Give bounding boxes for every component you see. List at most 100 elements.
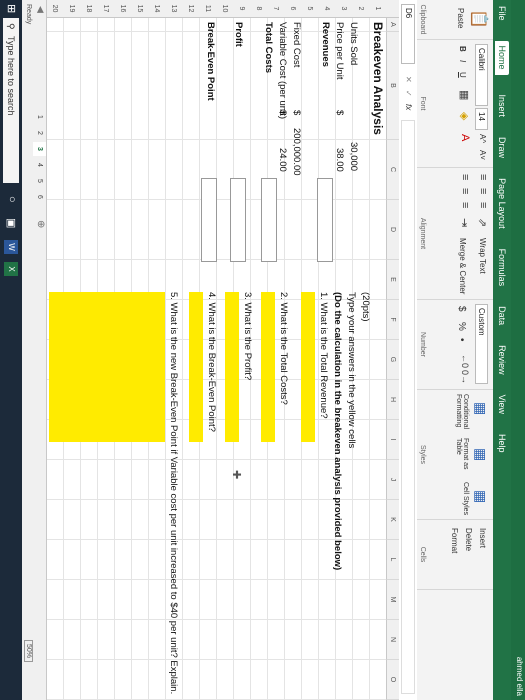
font-name-select[interactable]: Calibri [475,44,488,106]
task-view-icon[interactable]: ▣ [5,218,18,228]
answer-2-cell[interactable] [261,292,275,442]
sheet-tab-4[interactable]: 4 [32,158,46,172]
row-header-4[interactable]: 4 [318,0,335,18]
align-middle-icon[interactable]: ≡ [477,188,489,194]
fill-color-icon[interactable]: ◈ [458,112,471,120]
conditional-formatting-icon[interactable]: ▦ [472,402,489,415]
row-header-7[interactable]: 7 [267,0,284,18]
wrap-text-button[interactable]: Wrap Text [478,238,487,274]
row-header-6[interactable]: 6 [284,0,301,18]
font-color-icon[interactable]: A [459,134,471,141]
menu-review[interactable]: Review [497,345,507,375]
column-header-b[interactable]: B [386,32,399,140]
format-as-table-icon[interactable]: ▦ [472,448,489,461]
menu-data[interactable]: Data [497,306,507,325]
column-header-a[interactable]: A [386,18,399,32]
word-app-icon[interactable]: W [4,240,18,254]
scroll-left-icon[interactable]: ◀ [35,6,46,13]
increase-decimal-icon[interactable]: ←0 [460,354,470,368]
zoom-level[interactable]: 50% [24,640,33,663]
currency-button[interactable]: $ [456,306,467,312]
answer-5-cell[interactable] [49,292,165,442]
menu-page-layout[interactable]: Page Layout [497,178,507,229]
column-header-k[interactable]: K [386,500,399,540]
column-header-l[interactable]: L [386,540,399,580]
align-bottom-icon[interactable]: ≡ [477,202,489,208]
row-header-8[interactable]: 8 [250,0,267,18]
align-right-icon[interactable]: ≡ [459,202,471,208]
formula-input[interactable] [401,120,415,694]
column-header-f[interactable]: F [386,300,399,340]
menu-view[interactable]: View [497,395,507,414]
row-header-19[interactable]: 19 [63,0,80,18]
column-header-h[interactable]: H [386,380,399,420]
row-header-11[interactable]: 11 [199,0,216,18]
paste-button[interactable]: Paste [456,8,465,28]
sheet-tab-1[interactable]: 1 [32,110,46,124]
add-sheet-icon[interactable]: ⊕ [35,220,46,228]
decrease-decimal-icon[interactable]: 0→ [460,370,470,384]
sheet-tab-5[interactable]: 5 [32,174,46,188]
column-header-c[interactable]: C [386,140,399,200]
column-header-n[interactable]: N [386,620,399,660]
menu-draw[interactable]: Draw [497,137,507,158]
format-button[interactable]: Format [450,528,459,553]
row-header-15[interactable]: 15 [131,0,148,18]
revenues-answer-cell[interactable] [317,178,333,262]
breakeven-answer-cell[interactable] [201,178,217,262]
sheet-tab-2[interactable]: 2 [32,126,46,140]
row-header-5[interactable]: 5 [301,0,318,18]
paste-icon[interactable]: 📋 [469,9,489,29]
borders-icon[interactable]: ▦ [458,90,471,100]
answer-4-cell[interactable] [189,292,203,442]
total-costs-answer-cell[interactable] [261,178,277,262]
column-header-o[interactable]: O [386,660,399,700]
number-format-select[interactable]: Custom [475,304,488,384]
align-top-icon[interactable]: ≡ [477,174,489,180]
orientation-icon[interactable]: ⇗ [476,218,489,227]
column-header-m[interactable]: M [386,580,399,620]
font-size-select[interactable]: 14 [475,108,488,130]
row-header-13[interactable]: 13 [165,0,182,18]
row-header-18[interactable]: 18 [80,0,97,18]
column-header-d[interactable]: D [386,200,399,260]
insert-button[interactable]: Insert [478,528,487,548]
enter-icon[interactable]: ✓ [404,90,413,97]
menu-help[interactable]: Help [497,434,507,453]
profit-answer-cell[interactable] [230,178,246,262]
align-center-icon[interactable]: ≡ [459,188,471,194]
font-shrink-button[interactable]: A˅ [478,150,487,160]
cell-styles-icon[interactable]: ▦ [472,490,489,503]
answer-1-cell[interactable] [301,292,315,442]
row-header-12[interactable]: 12 [182,0,199,18]
spreadsheet-grid[interactable]: ABCDEFGHIJKLMNO 1 2 3 4 5 6 7 8 9 10 11 12 13 14 15 16 1… [46,0,399,700]
name-box[interactable]: D6 [401,4,415,64]
menu-formulas[interactable]: Formulas [497,249,507,287]
row-header-2[interactable]: 2 [352,0,369,18]
column-header-g[interactable]: G [386,340,399,380]
cancel-icon[interactable]: ✕ [404,76,413,83]
underline-button[interactable]: U [458,72,467,78]
conditional-formatting-button[interactable]: Conditional Formatting [455,394,469,434]
font-grow-button[interactable]: A^ [478,134,487,143]
cortana-icon[interactable]: ○ [6,196,18,203]
function-icon[interactable]: fx [404,104,413,110]
merge-center-button[interactable]: Merge & Center [458,238,467,294]
align-left-icon[interactable]: ≡ [459,174,471,180]
sheet-tab-6[interactable]: 6 [32,190,46,204]
menu-insert[interactable]: Insert [497,95,507,118]
column-header-e[interactable]: E [386,260,399,300]
row-header-17[interactable]: 17 [97,0,114,18]
row-header-3[interactable]: 3 [335,0,352,18]
delete-button[interactable]: Delete [464,528,473,551]
windows-start-icon[interactable]: ⊞ [5,4,18,13]
excel-app-icon[interactable]: X [4,262,18,276]
menu-home[interactable]: Home [495,40,509,75]
taskbar-search-box[interactable]: ⚲ Type here to search [3,18,19,183]
percent-button[interactable]: % [456,322,467,331]
menu-file[interactable]: File [497,6,507,21]
cell-styles-button[interactable]: Cell Styles [462,482,469,516]
italic-button[interactable]: I [458,60,467,62]
row-header-1[interactable]: 1 [369,0,386,18]
column-header-i[interactable]: I [386,420,399,460]
